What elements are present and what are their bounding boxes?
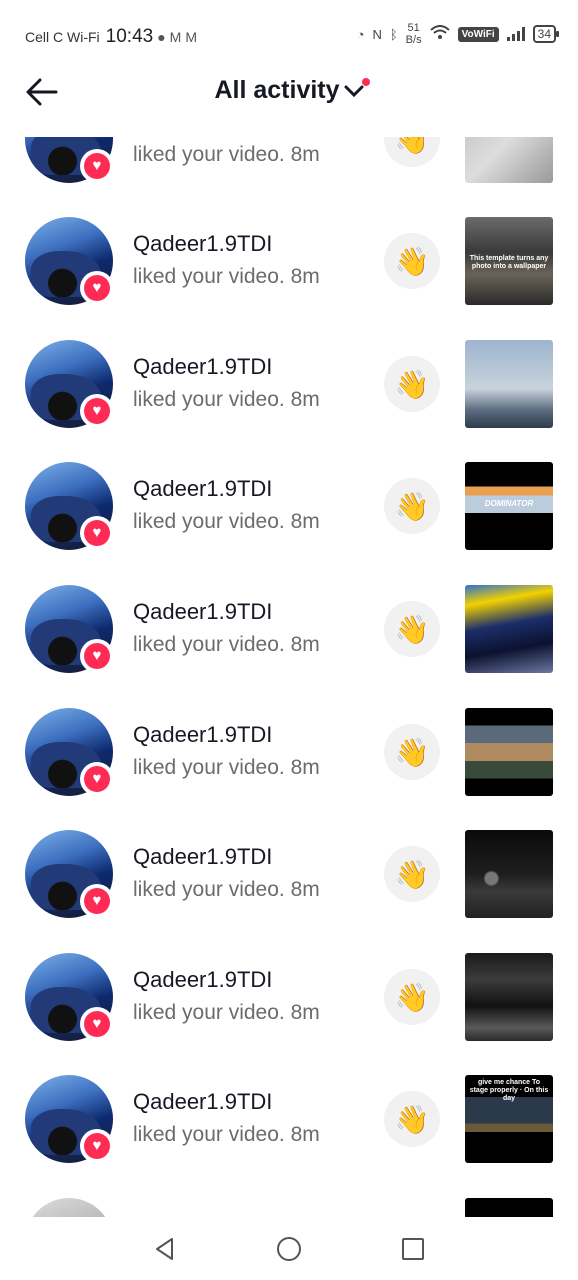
notification-dot <box>361 78 370 86</box>
list-item[interactable]: ♥ Qadeer1.9TDI liked your video. 8m 👋 DO… <box>0 462 578 584</box>
carrier-label: Cell C Wi-Fi <box>25 29 100 45</box>
triangle-back-icon <box>156 1238 173 1260</box>
avatar[interactable] <box>25 1198 113 1217</box>
list-item[interactable]: ♥ Qadeer1.9TDI liked your video. 8m 👋 <box>0 830 578 952</box>
video-thumbnail[interactable] <box>465 585 553 673</box>
list-item[interactable]: ♥ Qadeer1.9TDI liked your video. 8m 👋 Th… <box>0 217 578 339</box>
signal-icon <box>506 27 525 41</box>
list-item[interactable]: ♥ Qadeer1.9TDI liked your video. 8m 👋 <box>0 340 578 462</box>
thumbnail-caption: This template turns any photo into a wal… <box>469 255 549 270</box>
gmail-icon: M <box>169 29 182 45</box>
username: Qadeer1.9TDI <box>133 844 273 869</box>
activity-list[interactable]: ♥ liked your video. 8m 👋 ♥ Qadeer1.9TDI … <box>0 137 578 1217</box>
username: Qadeer1.9TDI <box>133 354 273 379</box>
wave-hand-icon[interactable]: 👋 <box>384 846 440 902</box>
list-item[interactable]: ♥ liked your video. 8m 👋 <box>0 137 578 217</box>
username: Qadeer1.9TDI <box>133 1089 273 1114</box>
square-recents-icon <box>402 1238 424 1260</box>
heart-icon: ♥ <box>80 1129 114 1163</box>
network-speed: 51 B/s <box>405 22 422 46</box>
nfc-icon: N <box>372 26 382 42</box>
list-item[interactable]: ♥ Qadeer1.9TDI liked your video. 8m 👋 gi… <box>0 1075 578 1197</box>
heart-icon: ♥ <box>80 762 114 796</box>
video-thumbnail[interactable]: This template turns any photo into a wal… <box>465 217 553 305</box>
vowifi-badge: VoWiFi <box>457 26 499 42</box>
heart-icon: ♥ <box>80 394 114 428</box>
wave-hand-icon[interactable]: 👋 <box>384 601 440 657</box>
video-thumbnail[interactable] <box>465 708 553 796</box>
nav-home-button[interactable] <box>272 1232 306 1266</box>
heart-icon: ♥ <box>80 271 114 305</box>
activity-text: liked your video. 8m <box>133 510 320 533</box>
activity-filter-dropdown[interactable]: All activity <box>214 76 370 105</box>
nav-recents-button[interactable] <box>396 1232 430 1266</box>
chat-icon: ● <box>157 29 166 45</box>
activity-text: liked your video. 8m <box>133 388 320 411</box>
chevron-down-icon <box>344 85 364 97</box>
heart-icon: ♥ <box>80 884 114 918</box>
data-saver-icon: ◔ <box>356 26 365 42</box>
list-item[interactable]: ♥ Qadeer1.9TDI liked your video. 8m 👋 <box>0 585 578 707</box>
list-item[interactable]: ♥ Qadeer1.9TDI liked your video. 8m 👋 <box>0 708 578 830</box>
activity-text: liked your video. 8m <box>133 143 320 166</box>
video-thumbnail[interactable]: DOMINATOR <box>465 462 553 550</box>
username: Qadeer1.9TDI <box>133 599 273 624</box>
wave-hand-icon[interactable]: 👋 <box>384 137 440 167</box>
system-nav-bar <box>0 1218 578 1280</box>
username: Qadeer1.9TDI <box>133 967 273 992</box>
activity-text: liked your video. 8m <box>133 878 320 901</box>
list-item[interactable]: ♥ Qadeer1.9TDI liked your video. 8m 👋 <box>0 953 578 1075</box>
thumbnail-caption: give me chance To stage properly · On th… <box>469 1079 549 1102</box>
activity-text: liked your video. 8m <box>133 265 320 288</box>
video-thumbnail[interactable] <box>465 1198 553 1217</box>
heart-icon: ♥ <box>80 149 114 183</box>
video-thumbnail[interactable]: give me chance To stage properly · On th… <box>465 1075 553 1163</box>
nav-back-button[interactable] <box>148 1232 182 1266</box>
battery-indicator: 34 <box>532 25 560 43</box>
wave-hand-icon[interactable]: 👋 <box>384 356 440 412</box>
video-thumbnail[interactable] <box>465 340 553 428</box>
video-thumbnail[interactable] <box>465 137 553 183</box>
thumbnail-caption: DOMINATOR <box>484 499 534 508</box>
header: All activity <box>0 60 578 124</box>
wave-hand-icon[interactable]: 👋 <box>384 969 440 1025</box>
video-thumbnail[interactable] <box>465 830 553 918</box>
gmail-icon-2: M <box>185 29 198 45</box>
username: Qadeer1.9TDI <box>133 231 273 256</box>
wave-hand-icon[interactable]: 👋 <box>384 724 440 780</box>
clock: 10:43 <box>105 26 154 47</box>
activity-text: liked your video. 8m <box>133 1001 320 1024</box>
username: Qadeer1.9TDI <box>133 722 273 747</box>
bluetooth-icon: ᛒ <box>389 26 398 42</box>
activity-text: liked your video. 8m <box>133 633 320 656</box>
circle-home-icon <box>277 1237 301 1261</box>
list-item[interactable] <box>0 1198 578 1217</box>
wave-hand-icon[interactable]: 👋 <box>384 1091 440 1147</box>
activity-text: liked your video. 8m <box>133 1123 320 1146</box>
activity-text: liked your video. 8m <box>133 756 320 779</box>
wave-hand-icon[interactable]: 👋 <box>384 233 440 289</box>
heart-icon: ♥ <box>80 639 114 673</box>
heart-icon: ♥ <box>80 516 114 550</box>
video-thumbnail[interactable] <box>465 953 553 1041</box>
wifi-icon <box>429 24 450 44</box>
heart-icon: ♥ <box>80 1007 114 1041</box>
username: Qadeer1.9TDI <box>133 476 273 501</box>
wave-hand-icon[interactable]: 👋 <box>384 478 440 534</box>
page-title: All activity <box>214 76 340 104</box>
